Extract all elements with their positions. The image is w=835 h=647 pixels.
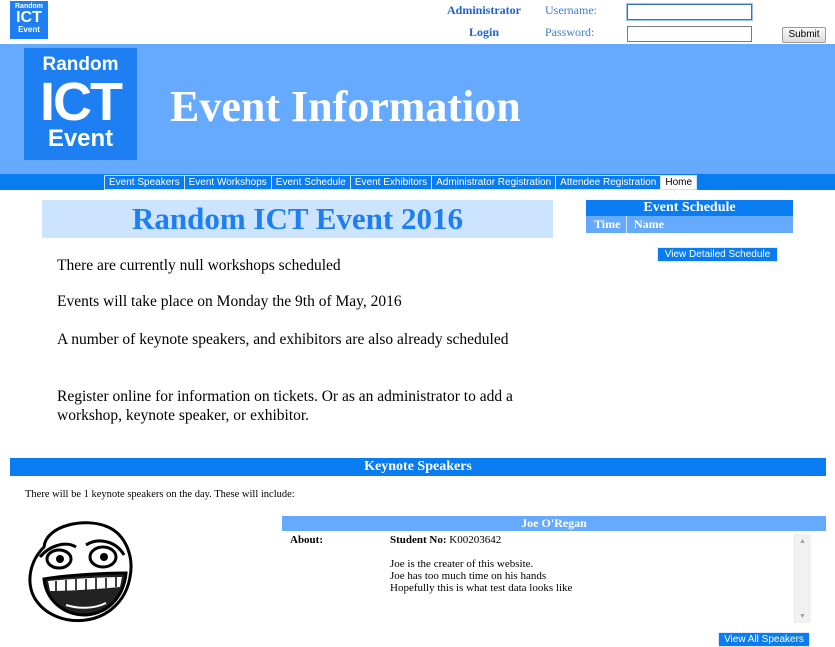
nav-item-event-schedule[interactable]: Event Schedule	[270, 175, 350, 190]
speaker-description: Joe is the creater of this website. Joe …	[390, 558, 572, 594]
speaker-name: Joe O'Regan	[282, 516, 826, 531]
password-input[interactable]	[627, 26, 752, 42]
nav-item-home[interactable]: Home	[660, 175, 698, 190]
intro-paragraph-workshops: There are currently null workshops sched…	[57, 257, 341, 274]
speaker-desc-line: Hopefully this is what test data looks l…	[390, 582, 573, 594]
submit-button[interactable]: Submit	[782, 27, 826, 43]
keynote-summary: There will be 1 keynote speakers on the …	[25, 489, 295, 500]
nav-item-event-speakers[interactable]: Event Speakers	[104, 175, 184, 190]
password-label: Password:	[545, 25, 595, 39]
student-number-value: K00203642	[449, 534, 502, 546]
username-input[interactable]	[627, 4, 752, 20]
view-all-speakers-button[interactable]: View All Speakers	[718, 632, 810, 647]
view-detailed-schedule-button[interactable]: View Detailed Schedule	[657, 247, 778, 262]
nav-item-event-exhibitors[interactable]: Event Exhibitors	[349, 175, 432, 190]
main-logo: Random ICT Event	[24, 48, 137, 160]
username-label: Username:	[545, 3, 597, 17]
schedule-col-divider	[626, 216, 627, 233]
intro-paragraph-register: Register online for information on ticke…	[57, 388, 513, 424]
small-logo: Random ICT Event	[10, 1, 48, 39]
nav-item-event-workshops[interactable]: Event Workshops	[183, 175, 271, 190]
speaker-desc-line: Joe is the creater of this website.	[390, 558, 534, 570]
intro-paragraph-speakers: A number of keynote speakers, and exhibi…	[57, 331, 509, 348]
speaker-desc-line: Joe has too much time on his hands	[390, 570, 547, 582]
intro-title: Random ICT Event 2016	[131, 201, 463, 236]
schedule-col-name: Name	[634, 217, 664, 231]
student-number: Student No: K00203642	[390, 534, 501, 546]
nav-menu: Event Speakers Event Workshops Event Sch…	[104, 175, 698, 190]
nav-item-administrator-registration[interactable]: Administrator Registration	[431, 175, 556, 190]
login-link[interactable]: Login	[469, 25, 499, 40]
troll-face-icon	[28, 521, 133, 623]
intro-title-box: Random ICT Event 2016	[42, 200, 553, 238]
keynote-heading: Keynote Speakers	[10, 458, 826, 476]
speaker-scrollbar[interactable]: ▲ ▼	[794, 534, 811, 623]
page-title: Event Information	[170, 82, 521, 131]
schedule-columns: Time Name	[586, 216, 793, 233]
administrator-link[interactable]: Administrator	[447, 3, 521, 18]
schedule-heading: Event Schedule	[586, 200, 793, 216]
scroll-up-icon[interactable]: ▲	[799, 537, 806, 545]
intro-paragraph-date: Events will take place on Monday the 9th…	[57, 293, 402, 310]
nav-item-attendee-registration[interactable]: Attendee Registration	[555, 175, 661, 190]
about-label: About:	[290, 534, 324, 546]
schedule-col-time: Time	[594, 217, 621, 231]
student-number-label: Student No:	[390, 534, 447, 546]
scroll-down-icon[interactable]: ▼	[799, 612, 806, 620]
